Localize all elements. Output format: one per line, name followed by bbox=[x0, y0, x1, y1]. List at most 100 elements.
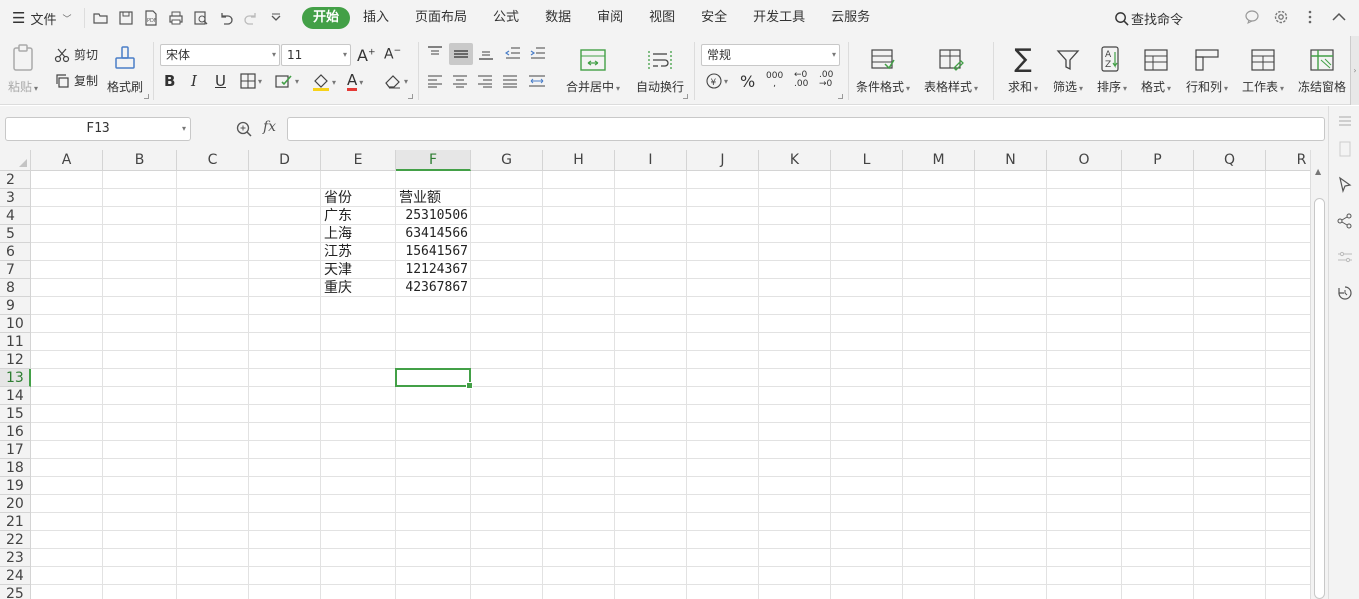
decrease-decimal-button[interactable]: .00 →0 bbox=[819, 71, 833, 89]
number-launcher[interactable] bbox=[838, 94, 843, 99]
column-header-h[interactable]: H bbox=[543, 150, 615, 171]
comment-icon[interactable] bbox=[1244, 9, 1260, 25]
row-column-button[interactable]: 行和列 ▾ bbox=[1186, 42, 1228, 95]
column-header-k[interactable]: K bbox=[759, 150, 831, 171]
cell-e6[interactable]: 江苏 bbox=[324, 243, 396, 261]
increase-indent-button[interactable] bbox=[530, 46, 546, 60]
align-center-button[interactable] bbox=[452, 74, 468, 88]
row-header-7[interactable]: 7 bbox=[0, 261, 31, 279]
scrollbar-thumb[interactable] bbox=[1314, 198, 1325, 599]
insert-function-button[interactable]: fx bbox=[263, 119, 276, 135]
decrease-font-size-button[interactable]: A− bbox=[384, 46, 401, 63]
cell-f4[interactable]: 25310506 bbox=[396, 207, 470, 225]
print-icon[interactable] bbox=[168, 10, 184, 26]
open-folder-icon[interactable] bbox=[93, 10, 109, 26]
row-header-11[interactable]: 11 bbox=[0, 333, 31, 351]
align-bottom-button[interactable] bbox=[478, 46, 494, 60]
row-header-3[interactable]: 3 bbox=[0, 189, 31, 207]
row-header-12[interactable]: 12 bbox=[0, 351, 31, 369]
undo-icon[interactable] bbox=[218, 10, 234, 26]
column-header-a[interactable]: A bbox=[31, 150, 103, 171]
column-header-f[interactable]: F bbox=[396, 150, 471, 171]
conditional-format-button[interactable]: 条件格式 ▾ bbox=[856, 42, 910, 95]
column-header-d[interactable]: D bbox=[249, 150, 321, 171]
font-launcher[interactable] bbox=[408, 94, 413, 99]
decrease-indent-button[interactable] bbox=[505, 46, 521, 60]
cell-f3[interactable]: 营业额 bbox=[399, 189, 471, 207]
column-header-p[interactable]: P bbox=[1122, 150, 1194, 171]
cell-e8[interactable]: 重庆 bbox=[324, 279, 396, 297]
tab-insert[interactable]: 插入 bbox=[350, 7, 402, 29]
row-header-18[interactable]: 18 bbox=[0, 459, 31, 477]
freeze-panes-button[interactable]: 冻结窗格 bbox=[1298, 42, 1346, 95]
column-header-n[interactable]: N bbox=[975, 150, 1047, 171]
active-cell-selection[interactable] bbox=[395, 368, 473, 389]
font-color-button[interactable]: A ▾ bbox=[347, 73, 363, 91]
redo-icon[interactable] bbox=[243, 10, 259, 26]
wrap-text-button[interactable]: 自动换行 bbox=[636, 42, 684, 95]
format-painter-button[interactable]: 格式刷 bbox=[107, 42, 143, 95]
row-header-21[interactable]: 21 bbox=[0, 513, 31, 531]
column-header-c[interactable]: C bbox=[177, 150, 249, 171]
ribbon-scroll-right[interactable]: › bbox=[1350, 36, 1359, 105]
thousands-separator-button[interactable]: 000, bbox=[766, 72, 783, 89]
clear-button[interactable]: ▾ bbox=[384, 73, 408, 89]
formula-input[interactable] bbox=[287, 117, 1325, 141]
tab-view[interactable]: 视图 bbox=[636, 7, 688, 29]
tab-review[interactable]: 审阅 bbox=[584, 7, 636, 29]
underline-button[interactable]: U bbox=[215, 72, 226, 90]
export-pdf-icon[interactable]: PDF bbox=[143, 10, 159, 26]
row-header-17[interactable]: 17 bbox=[0, 441, 31, 459]
tab-security[interactable]: 安全 bbox=[688, 7, 740, 29]
column-header-j[interactable]: J bbox=[687, 150, 759, 171]
cell-f7[interactable]: 12124367 bbox=[396, 261, 470, 279]
cell-f6[interactable]: 15641567 bbox=[396, 243, 470, 261]
row-header-6[interactable]: 6 bbox=[0, 243, 31, 261]
column-header-e[interactable]: E bbox=[321, 150, 396, 171]
column-header-i[interactable]: I bbox=[615, 150, 687, 171]
row-header-20[interactable]: 20 bbox=[0, 495, 31, 513]
paste-button[interactable]: 粘贴 ▾ bbox=[8, 42, 38, 95]
row-header-14[interactable]: 14 bbox=[0, 387, 31, 405]
tab-data[interactable]: 数据 bbox=[532, 7, 584, 29]
borders-button[interactable]: ▾ bbox=[240, 73, 262, 89]
column-header-g[interactable]: G bbox=[471, 150, 543, 171]
cell-style-button[interactable]: ▾ bbox=[275, 73, 299, 89]
filter-button[interactable]: 筛选 ▾ bbox=[1053, 42, 1083, 95]
align-middle-button[interactable] bbox=[449, 43, 473, 65]
column-header-m[interactable]: M bbox=[903, 150, 975, 171]
copy-button[interactable]: 复制 bbox=[54, 72, 98, 89]
clipboard-launcher[interactable] bbox=[144, 94, 149, 99]
row-header-15[interactable]: 15 bbox=[0, 405, 31, 423]
currency-button[interactable]: ¥ ▾ bbox=[706, 73, 728, 89]
italic-button[interactable]: I bbox=[191, 72, 197, 90]
more-options-icon[interactable] bbox=[1302, 9, 1318, 25]
collapse-ribbon-icon[interactable] bbox=[1331, 9, 1347, 25]
percent-button[interactable]: % bbox=[740, 72, 755, 91]
row-header-19[interactable]: 19 bbox=[0, 477, 31, 495]
column-header-q[interactable]: Q bbox=[1194, 150, 1266, 171]
settings-gear-icon[interactable] bbox=[1273, 9, 1289, 25]
row-header-22[interactable]: 22 bbox=[0, 531, 31, 549]
row-header-25[interactable]: 25 bbox=[0, 585, 31, 599]
alignment-launcher[interactable] bbox=[683, 94, 688, 99]
zoom-in-icon[interactable] bbox=[236, 121, 252, 137]
distributed-align-button[interactable] bbox=[528, 74, 546, 88]
row-header-13[interactable]: 13 bbox=[0, 369, 31, 387]
row-header-23[interactable]: 23 bbox=[0, 549, 31, 567]
tab-page-layout[interactable]: 页面布局 bbox=[402, 7, 480, 29]
name-box[interactable]: F13 ▾ bbox=[5, 117, 191, 141]
justify-button[interactable] bbox=[502, 74, 518, 88]
format-button[interactable]: 格式 ▾ bbox=[1141, 42, 1171, 95]
cell-area[interactable]: 省份 营业额 广东 25310506 上海 63414566 江苏 15641567 天津 121… bbox=[31, 171, 1310, 599]
fill-color-button[interactable]: ▾ bbox=[312, 73, 336, 91]
row-header-2[interactable]: 2 bbox=[0, 171, 31, 189]
adjust-icon[interactable] bbox=[1336, 248, 1354, 266]
file-menu[interactable]: ☰ 文件 ﹀ bbox=[0, 0, 84, 36]
increase-font-size-button[interactable]: A+ bbox=[357, 46, 376, 65]
scroll-up-icon[interactable]: ▲ bbox=[1315, 167, 1321, 176]
align-left-button[interactable] bbox=[427, 74, 443, 88]
tab-formulas[interactable]: 公式 bbox=[480, 7, 532, 29]
table-style-button[interactable]: 表格样式 ▾ bbox=[924, 42, 978, 95]
save-icon[interactable] bbox=[118, 10, 134, 26]
